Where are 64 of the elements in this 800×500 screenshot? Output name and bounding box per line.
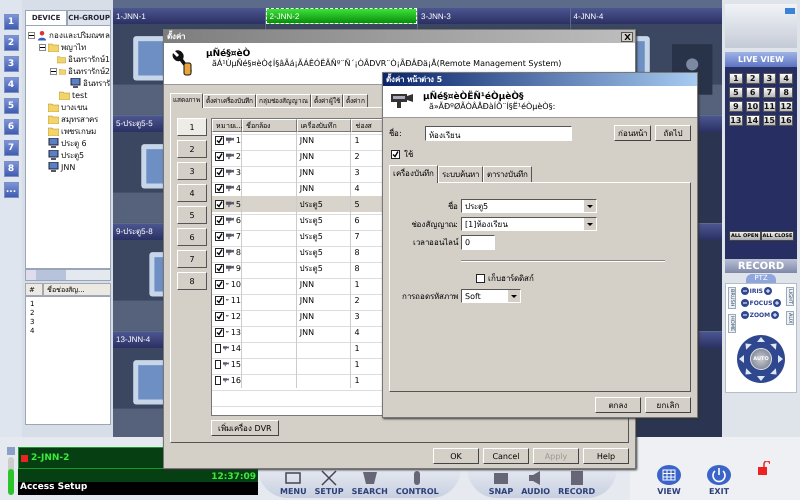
- table-cell: 7: [236, 232, 241, 240]
- table-cell: 3: [354, 168, 360, 176]
- table-cell: 15: [230, 360, 241, 368]
- table-cell: 1: [354, 136, 360, 144]
- dialog-subtitle: ã»ÃÐºØÃÒÂÅÐàÍÕ¨Í§Ë¹éÒµèÒ§:: [428, 102, 556, 111]
- table-cell: JNN: [300, 328, 314, 336]
- window-title: ตั้งค่า หน้าต่าง 5: [386, 73, 442, 86]
- table-cell-text: ประตู5: [300, 198, 323, 210]
- table-cell: 1: [354, 344, 360, 352]
- table-cell: 8: [354, 264, 360, 272]
- field-label: ชื่อ: [447, 200, 458, 212]
- field-label: การถอดรหัสภาพ: [401, 290, 458, 302]
- table-cell: 9: [236, 264, 241, 272]
- table-cell: 1: [236, 136, 241, 144]
- clock-time: 12:37:09: [211, 472, 256, 482]
- table-cell: 2: [354, 152, 360, 160]
- table-cell: 5: [236, 200, 241, 208]
- tile-title: 3-JNN-3: [418, 8, 570, 24]
- dialog-heading: µÑé§¤èÒ: [206, 49, 250, 59]
- table-cell-text: ประตู5: [300, 230, 323, 242]
- status-message: Access Setup: [18, 482, 258, 495]
- table-cell: JNN: [300, 184, 314, 192]
- table-cell: 12: [230, 312, 241, 320]
- table-cell: 4: [236, 184, 241, 192]
- table-cell: 6: [354, 216, 360, 224]
- table-cell: 1: [354, 360, 360, 368]
- table-cell-text: ประตู5: [300, 246, 323, 258]
- table-cell: JNN: [300, 312, 314, 320]
- table-cell-text: ประตู5: [300, 262, 323, 274]
- table-cell: 1: [354, 376, 360, 384]
- table-cell: 2: [354, 296, 360, 304]
- table-cell: 4: [354, 328, 360, 336]
- table-cell: JNN: [300, 152, 314, 160]
- window-title: ตั้งค่า: [167, 30, 185, 43]
- table-cell: 11: [230, 296, 241, 304]
- checkbox-label: เก็บฮาร์ดดิสก์: [488, 272, 534, 285]
- table-cell: 1: [354, 280, 360, 288]
- table-cell: 6: [236, 216, 241, 224]
- tile-title: 4-JNN-4: [570, 8, 722, 24]
- checkbox-label: ใช้: [404, 148, 413, 161]
- table-cell: 3: [236, 168, 241, 176]
- field-label: ช่องสัญญาณ:: [410, 218, 458, 230]
- live-view-header: LIVE VIEW: [725, 52, 797, 67]
- table-cell: 3: [354, 312, 360, 320]
- table-cell-text: ประตู5: [300, 214, 323, 226]
- dialog-subtitle: ãÁ¹ÙµÑé§¤èÒ¢Í§âÃá¡ÃÁÊÓËÃÑº¨Ñ´¡ÒÃDVR¨Ò¡ÃÐÂÐä¡Å(Remote Management System): [211, 59, 562, 68]
- table-cell: 2: [236, 152, 241, 160]
- table-cell: 8: [354, 248, 360, 256]
- camera-name: 2-JNN-2: [31, 453, 70, 463]
- tile-title: 1-JNN-1: [113, 8, 264, 24]
- table-cell: 8: [236, 248, 241, 256]
- table-cell: 4: [354, 184, 360, 192]
- table-cell: 5: [354, 200, 360, 208]
- tile-title: 2-JNN-2: [266, 8, 417, 24]
- table-cell: 10: [230, 280, 241, 288]
- table-cell: JNN: [300, 168, 314, 176]
- table-cell: JNN: [300, 280, 314, 288]
- table-cell: JNN: [300, 296, 314, 304]
- field-label: เวลาออนไลน์: [412, 236, 458, 249]
- field-label: ชื่อ:: [389, 127, 403, 140]
- dialog-heading: µÑé§¤èÒËÑ¹éÒµèÒ§: [423, 92, 524, 102]
- table-cell: JNN: [300, 136, 314, 144]
- table-cell: 7: [354, 232, 360, 240]
- table-cell: 16: [230, 376, 241, 384]
